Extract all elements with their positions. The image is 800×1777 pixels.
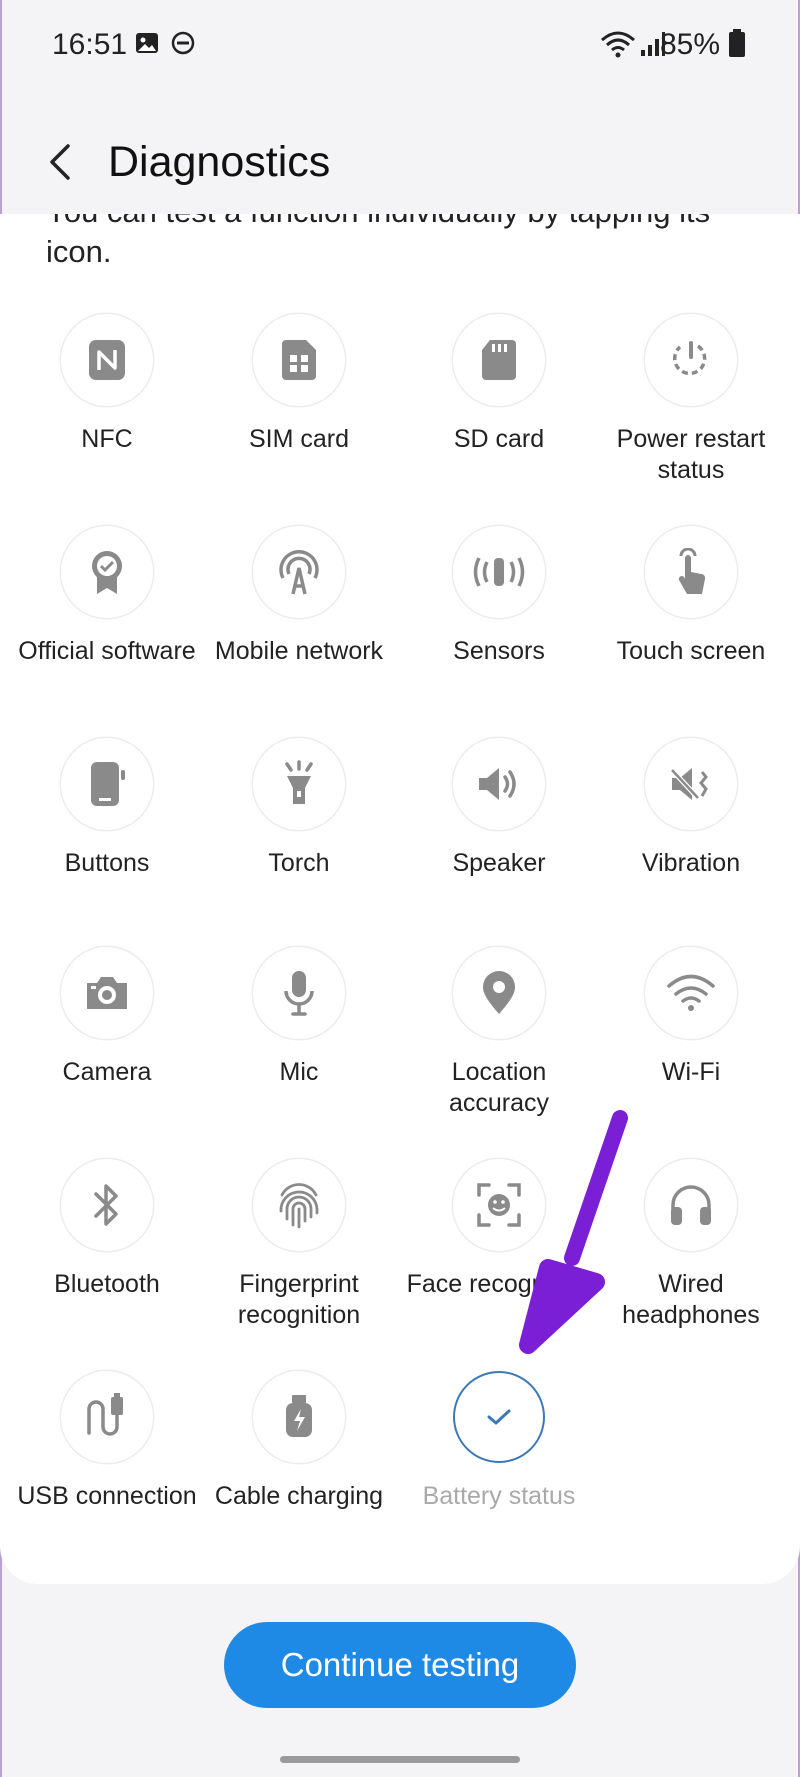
navigation-handle[interactable] (280, 1756, 520, 1763)
nfc-icon[interactable] (61, 314, 153, 406)
location-icon[interactable] (453, 947, 545, 1039)
test-item-label: SD card (453, 425, 545, 453)
official-software-icon[interactable] (61, 526, 153, 618)
status-time: 16:51 (52, 28, 128, 61)
vibration-icon[interactable] (645, 738, 737, 830)
check-icon[interactable] (453, 1371, 545, 1463)
diagnostics-card: You can test a function individually by … (0, 214, 800, 1584)
test-item-label: Cable charging (214, 1482, 384, 1510)
camera-icon[interactable] (61, 947, 153, 1039)
face-recognition-icon[interactable] (453, 1159, 545, 1251)
speaker-icon[interactable] (453, 738, 545, 830)
test-item-label: Touch screen (616, 637, 766, 665)
do-not-disturb-icon (171, 31, 195, 55)
test-item-label: Face recognition (406, 1270, 592, 1298)
test-item-label: Battery status (422, 1482, 576, 1510)
test-item-label: Speaker (452, 849, 546, 877)
usb-icon[interactable] (61, 1371, 153, 1463)
chevron-left-icon[interactable] (40, 140, 84, 184)
test-item-label: SIM card (248, 425, 350, 453)
continue-testing-button[interactable]: Continue testing (224, 1622, 576, 1708)
status-bar: 16:51 85% (0, 0, 800, 90)
wifi-icon[interactable] (645, 947, 737, 1039)
battery-percent: 85% (659, 28, 720, 61)
test-item-label: Wired headphones (622, 1270, 760, 1329)
app-header: Diagnostics (0, 120, 800, 210)
test-item-label: Torch (268, 849, 330, 877)
test-item-label: Bluetooth (54, 1270, 160, 1298)
headphones-icon[interactable] (645, 1159, 737, 1251)
test-item-label: Sensors (453, 637, 545, 665)
sd-card-icon[interactable] (453, 314, 545, 406)
touch-screen-icon[interactable] (645, 526, 737, 618)
image-icon (136, 33, 158, 53)
test-item-label: Mic (279, 1058, 319, 1086)
test-item-label: USB connection (17, 1482, 197, 1510)
intro-text: You can test a function individually by … (46, 214, 710, 269)
test-item-label: Buttons (64, 849, 150, 877)
mobile-network-icon[interactable] (253, 526, 345, 618)
test-item-label: Location accuracy (448, 1058, 550, 1117)
test-item-label: Fingerprint recognition (237, 1270, 361, 1329)
test-item-label: NFC (81, 425, 133, 453)
test-item-label: Camera (62, 1058, 152, 1086)
mic-icon[interactable] (253, 947, 345, 1039)
page-title: Diagnostics (108, 138, 331, 186)
test-item-label: Vibration (641, 849, 741, 877)
bluetooth-icon[interactable] (61, 1159, 153, 1251)
test-item-label: Official software (18, 637, 196, 665)
test-item-label: Mobile network (214, 637, 384, 665)
torch-icon[interactable] (253, 738, 345, 830)
test-item-label: Wi-Fi (661, 1058, 721, 1086)
battery-icon (729, 29, 745, 57)
cable-charging-icon[interactable] (253, 1371, 345, 1463)
test-item-label: Power restart status (616, 425, 766, 484)
buttons-icon[interactable] (61, 738, 153, 830)
fingerprint-icon[interactable] (253, 1159, 345, 1251)
power-restart-icon[interactable] (645, 314, 737, 406)
wifi-icon (601, 31, 635, 58)
sensors-icon[interactable] (453, 526, 545, 618)
sim-card-icon[interactable] (253, 314, 345, 406)
